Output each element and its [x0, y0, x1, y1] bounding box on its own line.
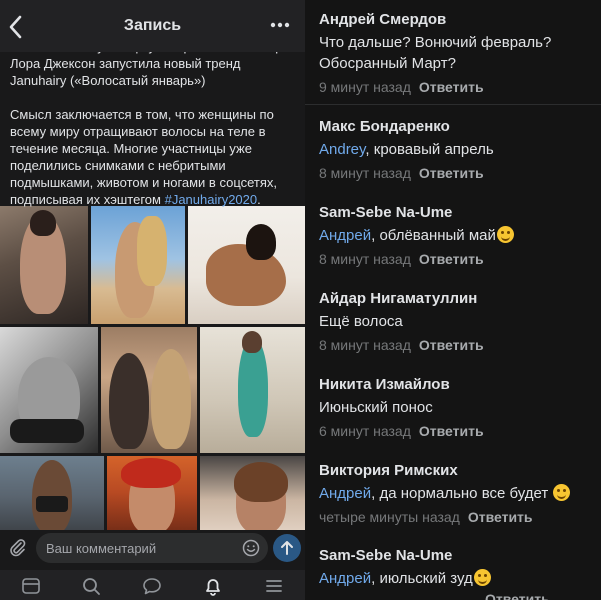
comment-meta: 9 минут назад Ответить [319, 78, 601, 96]
post-paragraph: Смысл заключается в том, что женщины по … [10, 107, 278, 207]
grinning-face-icon [473, 569, 491, 586]
mention-link[interactable]: Андрей [319, 570, 371, 587]
reply-button[interactable]: Ответить [419, 165, 484, 181]
comment-item: Айдар Нигаматуллин Ещё волоса 8 минут на… [319, 289, 601, 354]
comment-item: Макс Бондаренко Andrey, кровавый апрель … [319, 117, 601, 182]
tab-bar [0, 570, 305, 600]
comment-author[interactable]: Sam-Sebe Na-Ume [319, 546, 601, 566]
post-photo[interactable] [200, 456, 305, 536]
comment-time: 8 минут назад [319, 251, 411, 267]
comment-time: 9 минут назад [319, 79, 411, 95]
home-icon[interactable] [20, 575, 42, 597]
comment-meta: 8 минут назад Ответить [319, 250, 601, 268]
comment-composer [0, 530, 305, 566]
reply-button[interactable]: Ответить [419, 79, 484, 95]
notifications-icon[interactable] [202, 575, 224, 597]
comment-author[interactable]: Никита Измайлов [319, 375, 601, 395]
comment-meta: четыре минуты назад Ответить [319, 508, 601, 526]
comment-item: Виктория Римских Андрей, да нормально вс… [319, 461, 601, 526]
reply-button[interactable]: Ответить [485, 591, 550, 600]
comment-meta: 8 минут назад Ответить [319, 164, 601, 182]
smiley-icon[interactable] [242, 539, 260, 557]
comment-meta: 8 минут назад Ответить [319, 336, 601, 354]
post-photo[interactable] [101, 327, 197, 453]
comment-item: Андрей Смердов Что дальше? Вонючий февра… [319, 10, 601, 96]
reply-button[interactable]: Ответить [419, 337, 484, 353]
comment-author[interactable]: Макс Бондаренко [319, 117, 601, 137]
mention-link[interactable]: Andrey [319, 141, 365, 158]
post-photo[interactable] [200, 327, 305, 453]
divider [305, 104, 601, 105]
comment-input[interactable] [36, 533, 268, 563]
reply-button[interactable]: Ответить [468, 509, 533, 525]
comment-text: Что дальше? Вонючий февраль? Обосранный … [319, 34, 552, 72]
post-photo[interactable] [0, 327, 98, 453]
page-title: Запись [123, 17, 182, 34]
post-panel: Запись 22-летняя выпускница университета… [0, 0, 305, 600]
mention-link[interactable]: Андрей [319, 485, 371, 502]
comment-time: четыре минуты назад [319, 509, 460, 525]
comment-text: Июньский понос [319, 399, 433, 416]
comments-panel: Андрей Смердов Что дальше? Вонючий февра… [305, 0, 601, 600]
post-header: Запись [0, 0, 305, 52]
comment-author[interactable]: Sam-Sebe Na-Ume [319, 203, 601, 223]
comment-time: 8 минут назад [319, 165, 411, 181]
comment-time: 6 минут назад [319, 423, 411, 439]
comment-item: Никита Измайлов Июньский понос 6 минут н… [319, 375, 601, 440]
post-photo[interactable] [0, 456, 104, 536]
comment-author[interactable]: Виктория Римских [319, 461, 601, 481]
comment-text: Андрей, июльский зуд [319, 568, 601, 589]
comment-text: Андрей, облёванный май [319, 225, 601, 246]
mention-link[interactable]: Андрей [319, 227, 371, 244]
comment-item: Sam-Sebe Na-Ume Андрей, облёванный май 8… [319, 203, 601, 268]
comment-author[interactable]: Айдар Нигаматуллин [319, 289, 601, 309]
ellipsis-icon[interactable] [269, 17, 291, 33]
comment-time: 8 минут назад [319, 337, 411, 353]
reply-button[interactable]: Ответить [419, 251, 484, 267]
grinning-face-icon [496, 226, 514, 243]
comment-text: Ещё волоса [319, 313, 403, 330]
paperclip-icon[interactable] [8, 538, 28, 558]
hashtag-link[interactable]: #Januhairy2020 [165, 192, 258, 207]
post-photo[interactable] [107, 456, 197, 536]
menu-icon[interactable] [263, 575, 285, 597]
search-icon[interactable] [80, 575, 102, 597]
comment-text: Andrey, кровавый апрель [319, 141, 494, 158]
winking-face-icon [553, 484, 571, 501]
split-screen: Запись 22-летняя выпускница университета… [0, 0, 601, 600]
comment-meta: 6 минут назад Ответить [319, 422, 601, 440]
messages-icon[interactable] [141, 575, 163, 597]
post-body: 22-летняя выпускница университета Эксете… [10, 38, 300, 225]
comment-text: Андрей, да нормально все будет [319, 483, 601, 504]
comment-author[interactable]: Андрей Смердов [319, 10, 601, 30]
send-arrow-icon [281, 541, 293, 555]
reply-button[interactable]: Ответить [419, 423, 484, 439]
comment-meta: Ответить [319, 590, 601, 600]
send-button[interactable] [273, 534, 301, 562]
comment-item: Sam-Sebe Na-Ume Андрей, июльский зуд Отв… [319, 546, 601, 600]
